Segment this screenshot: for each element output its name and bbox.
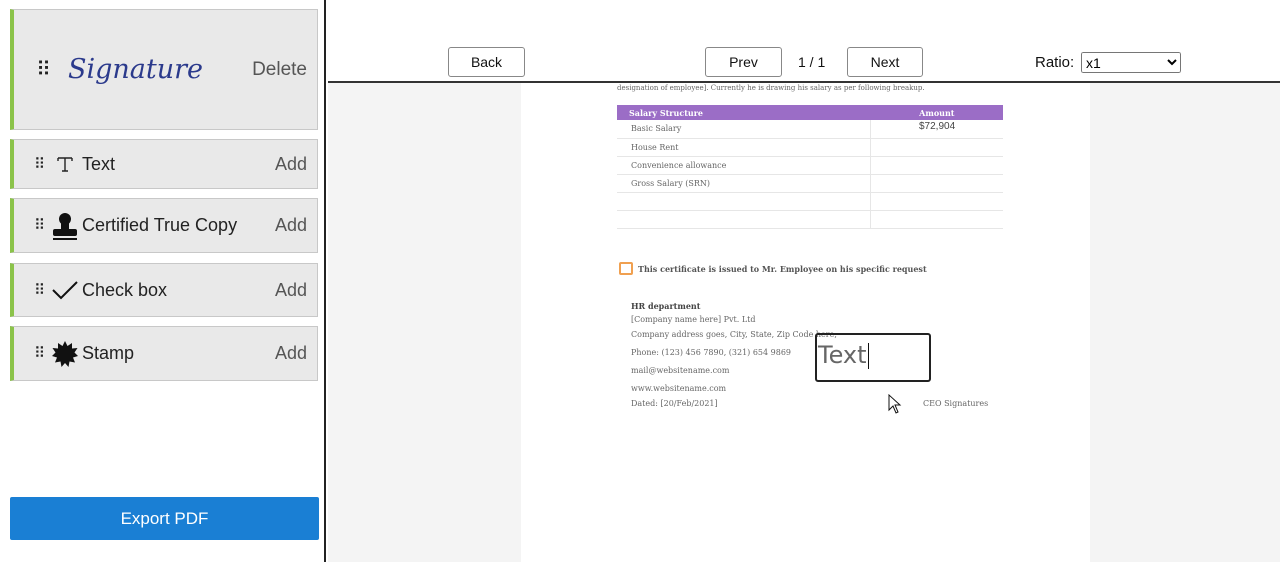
prev-page-button[interactable]: Prev <box>705 47 782 77</box>
pdf-page[interactable]: designation of employee]. Currently he i… <box>521 83 1090 562</box>
table-cell: Basic Salary <box>617 120 871 139</box>
hr-line: mail@websitename.com <box>631 366 730 375</box>
hr-title: HR department <box>631 301 701 311</box>
export-pdf-button[interactable]: Export PDF <box>10 497 319 540</box>
table-cell: Gross Salary (SRN) <box>617 174 871 193</box>
ratio-label: Ratio: <box>1035 54 1075 71</box>
table-header: Amount <box>870 105 1003 120</box>
table-cell: $72,904 <box>870 120 1003 139</box>
certified-copy-card[interactable]: ⠿ Certified True Copy Add <box>10 198 318 253</box>
checkbox-label: Check box <box>82 279 168 300</box>
hr-line: Company address goes, City, State, Zip C… <box>631 330 837 339</box>
table-row <box>617 192 1003 211</box>
text-caret <box>867 343 869 369</box>
next-page-button[interactable]: Next <box>847 47 923 77</box>
pdf-viewer[interactable]: designation of employee]. Currently he i… <box>328 83 1280 562</box>
signature-card[interactable]: ⠿ Signature Delete <box>10 9 318 130</box>
table-row: Basic Salary $72,904 <box>617 120 1003 139</box>
intro-text: designation of employee]. Currently he i… <box>617 84 925 92</box>
table-row: House Rent <box>617 138 1003 157</box>
ceo-signature-label: CEO Signatures <box>923 399 989 408</box>
hr-line: www.websitename.com <box>631 384 727 393</box>
drag-handle-icon[interactable]: ⠿ <box>28 218 50 233</box>
text-cursor-icon <box>50 154 80 174</box>
table-row <box>617 210 1003 229</box>
drag-handle-icon[interactable]: ⠿ <box>32 60 54 80</box>
drag-handle-icon[interactable]: ⠿ <box>28 346 50 361</box>
seal-icon <box>50 340 80 368</box>
add-certified-copy-button[interactable]: Add <box>275 215 307 236</box>
mouse-pointer-icon <box>888 394 902 414</box>
back-button[interactable]: Back <box>448 47 525 77</box>
drag-handle-icon[interactable]: ⠿ <box>28 157 50 172</box>
placed-text-value: Text <box>818 341 867 369</box>
stamp-card[interactable]: ⠿ Stamp Add <box>10 326 318 381</box>
table-cell <box>870 174 1003 193</box>
certified-copy-label: Certified True Copy <box>82 215 238 235</box>
delete-signature-button[interactable]: Delete <box>252 59 307 81</box>
table-cell <box>870 210 1003 229</box>
table-row: Convenience allowance <box>617 156 1003 175</box>
add-checkbox-button[interactable]: Add <box>275 280 307 301</box>
table-cell: Convenience allowance <box>617 156 871 175</box>
request-checkbox[interactable] <box>619 262 633 275</box>
table-cell <box>617 192 871 211</box>
viewer-toolbar: Back Prev 1 / 1 Next Ratio: x1 <box>328 0 1280 83</box>
table-header: Salary Structure <box>617 105 871 120</box>
placed-text-field[interactable]: Text <box>815 333 931 382</box>
signature-preview: Signature <box>68 54 204 85</box>
salary-table: Salary Structure Amount Basic Salary $72… <box>617 105 1003 229</box>
table-cell: House Rent <box>617 138 871 157</box>
text-field-card[interactable]: ⠿ Text Add <box>10 139 318 189</box>
add-text-button[interactable]: Add <box>275 154 307 175</box>
table-cell <box>617 210 871 229</box>
drag-handle-icon[interactable]: ⠿ <box>28 283 50 298</box>
ratio-select[interactable]: x1 <box>1081 52 1181 73</box>
request-notice: This certificate is issued to Mr. Employ… <box>638 264 927 274</box>
hr-line: Phone: (123) 456 7890, (321) 654 9869 <box>631 348 792 357</box>
table-cell <box>870 156 1003 175</box>
hr-line: Dated: [20/Feb/2021] <box>631 399 718 408</box>
hr-line: [Company name here] Pvt. Ltd <box>631 315 756 324</box>
sidebar: ⠿ Signature Delete ⠿ Text Add ⠿ Certifie… <box>0 0 326 562</box>
stamp-label: Stamp <box>82 343 135 363</box>
page-indicator: 1 / 1 <box>798 54 826 70</box>
table-cell <box>870 138 1003 157</box>
stamp-icon <box>50 211 80 241</box>
check-icon <box>50 279 80 301</box>
table-row: Gross Salary (SRN) <box>617 174 1003 193</box>
add-stamp-button[interactable]: Add <box>275 343 307 364</box>
checkbox-card[interactable]: ⠿ Check box Add <box>10 263 318 317</box>
table-cell <box>870 192 1003 211</box>
text-field-label: Text <box>82 153 116 174</box>
